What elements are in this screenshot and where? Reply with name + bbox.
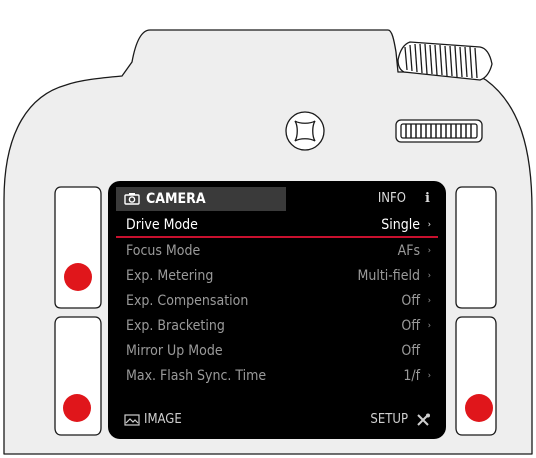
menu-item-label: Focus Mode [126,243,201,259]
left-bottom-button[interactable] [54,316,102,436]
menu-item-label: Mirror Up Mode [126,343,223,359]
tab-camera[interactable]: CAMERA [116,187,286,211]
right-top-button[interactable] [455,186,497,309]
tab-info-label: INFO [377,191,406,206]
menu-item-value: AFs [397,243,420,259]
triangle-right-icon: › [427,296,431,306]
menu-item-label: Exp. Metering [126,268,214,284]
tab-info[interactable]: INFO i [286,187,438,211]
thumb-wheel[interactable] [395,119,483,143]
menu-item-label: Exp. Compensation [126,293,249,309]
left-top-button[interactable] [54,186,102,309]
menu-item-exp-metering[interactable]: Exp. Metering Multi-field › [116,264,438,288]
menu-item-max-flash-sync-time[interactable]: Max. Flash Sync. Time 1/f › [116,364,438,388]
right-bottom-indicator-dot [465,394,493,422]
wrench-screwdriver-icon [417,413,430,426]
lcd-screen: CAMERA INFO i Drive Mode Single › Focus Mod… [108,181,446,439]
right-bottom-button[interactable] [455,316,497,436]
menu-item-value: 1/f [403,368,420,384]
menu-item-value: Single [381,217,420,233]
menu-item-label: Exp. Bracketing [126,318,225,334]
tab-image[interactable]: IMAGE [144,409,182,431]
left-top-indicator-dot [64,263,92,291]
triangle-right-icon: › [427,321,431,331]
camera-back: CAMERA INFO i Drive Mode Single › Focus Mod… [0,0,536,458]
menu-item-focus-mode[interactable]: Focus Mode AFs › [116,239,438,263]
camera-icon [124,193,140,205]
menu-item-value: Off [401,318,420,334]
triangle-right-icon: › [427,371,431,381]
menu-item-value: Multi-field [357,268,420,284]
triangle-right-icon: › [427,271,431,281]
menu-item-label: Max. Flash Sync. Time [126,368,267,384]
menu-item-drive-mode[interactable]: Drive Mode Single › [116,214,438,238]
menu-item-mirror-up-mode[interactable]: Mirror Up Mode Off [116,339,438,363]
triangle-right-icon: › [427,246,431,256]
image-icon [124,414,140,426]
left-bottom-indicator-dot [63,394,91,422]
menu-item-label: Drive Mode [126,217,198,233]
joystick-button[interactable] [285,111,325,151]
menu-bottom-bar: IMAGE SETUP [116,409,438,431]
menu-tab-bar: CAMERA INFO i [116,187,438,211]
tab-setup[interactable]: SETUP [370,409,408,431]
tab-camera-label: CAMERA [146,191,206,207]
menu-item-value: Off [401,293,420,309]
menu-item-exp-compensation[interactable]: Exp. Compensation Off › [116,289,438,313]
menu-panel: CAMERA INFO i Drive Mode Single › Focus Mod… [116,187,438,431]
info-icon: i [425,191,430,206]
triangle-right-icon: › [427,220,431,230]
menu-item-exp-bracketing[interactable]: Exp. Bracketing Off › [116,314,438,338]
menu-item-value: Off [401,343,420,359]
